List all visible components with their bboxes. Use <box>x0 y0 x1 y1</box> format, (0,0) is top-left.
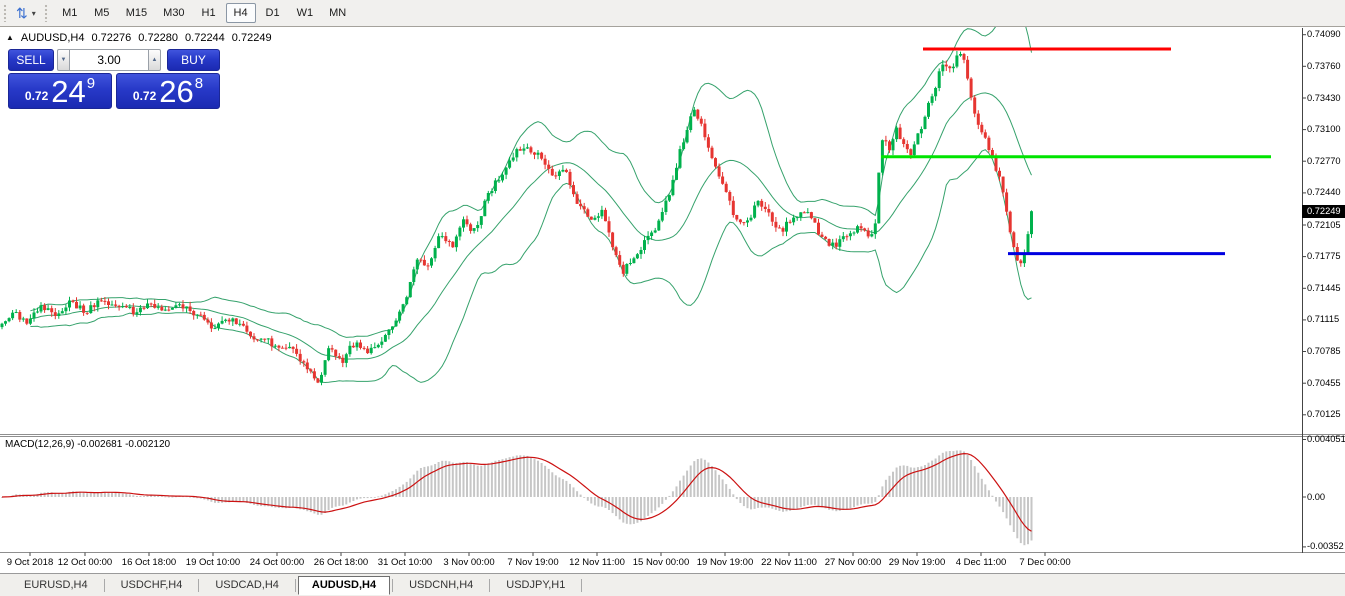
bid-price-big: 24 <box>51 77 85 107</box>
chart-tabbar: EURUSD,H4 USDCHF,H4 USDCAD,H4 AUDUSD,H4 … <box>0 573 1345 596</box>
volume-input[interactable] <box>70 49 148 71</box>
toolbar-gripper-2[interactable] <box>44 4 48 22</box>
sell-button[interactable]: SELL <box>8 49 54 71</box>
tab-eurusd-h4[interactable]: EURUSD,H4 <box>10 576 102 595</box>
chart-quote-line: ▲ AUDUSD,H4 0.72276 0.72280 0.72244 0.72… <box>6 32 272 44</box>
macd-tick-label: 0.004051 <box>1307 434 1345 444</box>
tf-button-m15[interactable]: M15 <box>119 3 154 23</box>
tab-audusd-h4[interactable]: AUDUSD,H4 <box>298 576 390 595</box>
tab-usdcnh-h4[interactable]: USDCNH,H4 <box>395 576 487 595</box>
tab-usdjpy-h1[interactable]: USDJPY,H1 <box>492 576 579 595</box>
price-tick-label: 0.70125 <box>1307 409 1345 419</box>
time-axis-label: 7 Dec 00:00 <box>1003 557 1087 568</box>
quote-close: 0.72249 <box>232 32 272 44</box>
ask-price-panel[interactable]: 0.72 26 8 <box>116 73 220 109</box>
tf-button-d1[interactable]: D1 <box>258 3 288 23</box>
price-tick-label: 0.70785 <box>1307 346 1345 356</box>
macd-tick-label: 0.00 <box>1307 492 1345 502</box>
price-tick-label: 0.71775 <box>1307 251 1345 261</box>
dropdown-caret-icon: ▾ <box>32 9 36 18</box>
bid-price-sup: 9 <box>87 76 95 91</box>
quote-high: 0.72280 <box>138 32 178 44</box>
mt4-window: ⇅ ▾ M1 M5 M15 M30 H1 H4 D1 W1 MN ▲ AUDUS… <box>0 0 1345 596</box>
price-tick-label: 0.71115 <box>1307 314 1345 324</box>
macd-histogram <box>1 450 1033 545</box>
one-click-trading-panel: SELL ▼ ▲ BUY 0.72 24 9 0.72 26 8 <box>8 49 220 109</box>
macd-tick-label: -0.00352 <box>1307 541 1345 551</box>
caret-down-icon: ▼ <box>61 57 67 63</box>
tf-button-m1[interactable]: M1 <box>55 3 85 23</box>
tab-usdchf-h4[interactable]: USDCHF,H4 <box>107 576 197 595</box>
bid-price-small: 0.72 <box>25 89 48 103</box>
ask-price-big: 26 <box>159 77 193 107</box>
macd-indicator-label: MACD(12,26,9) -0.002681 -0.002120 <box>5 439 170 450</box>
caret-up-icon: ▲ <box>152 57 158 63</box>
price-tick-label: 0.72105 <box>1307 220 1345 230</box>
current-price-tag: 0.72249 <box>1302 205 1345 218</box>
toolbar-gripper[interactable] <box>3 4 7 22</box>
tf-button-w1[interactable]: W1 <box>290 3 321 23</box>
tab-separator <box>489 579 490 592</box>
volume-decrease-button[interactable]: ▼ <box>57 49 70 71</box>
tab-separator <box>198 579 199 592</box>
quote-low: 0.72244 <box>185 32 225 44</box>
chart-symbol-label: AUDUSD,H4 <box>21 32 85 44</box>
buy-button[interactable]: BUY <box>167 49 220 71</box>
tab-separator <box>104 579 105 592</box>
tf-button-mn[interactable]: MN <box>322 3 353 23</box>
tab-separator <box>581 579 582 592</box>
ask-price-small: 0.72 <box>133 89 156 103</box>
tf-button-h4[interactable]: H4 <box>226 3 256 23</box>
tab-separator <box>295 579 296 592</box>
tab-usdcad-h4[interactable]: USDCAD,H4 <box>201 576 293 595</box>
double-arrow-icon: ⇅ <box>16 6 28 20</box>
volume-increase-button[interactable]: ▲ <box>148 49 161 71</box>
toolbar: ⇅ ▾ M1 M5 M15 M30 H1 H4 D1 W1 MN <box>0 0 1345 27</box>
price-tick-label: 0.73100 <box>1307 124 1345 134</box>
price-tick-label: 0.73760 <box>1307 61 1345 71</box>
tf-button-h1[interactable]: H1 <box>194 3 224 23</box>
tab-separator <box>392 579 393 592</box>
quote-open: 0.72276 <box>92 32 132 44</box>
chart-arrows-button[interactable]: ⇅ ▾ <box>13 5 39 21</box>
price-tick-label: 0.71445 <box>1307 283 1345 293</box>
price-tick-label: 0.72770 <box>1307 156 1345 166</box>
ask-price-sup: 8 <box>195 76 203 91</box>
tf-button-m5[interactable]: M5 <box>87 3 117 23</box>
price-tick-label: 0.74090 <box>1307 29 1345 39</box>
bollinger-middle-line <box>30 93 1031 359</box>
collapse-arrow-icon[interactable]: ▲ <box>6 34 14 42</box>
price-tick-label: 0.73430 <box>1307 93 1345 103</box>
tf-button-m30[interactable]: M30 <box>156 3 191 23</box>
axis-ticks <box>30 35 1306 556</box>
price-tick-label: 0.70455 <box>1307 378 1345 388</box>
price-tick-label: 0.72440 <box>1307 187 1345 197</box>
bid-price-panel[interactable]: 0.72 24 9 <box>8 73 112 109</box>
